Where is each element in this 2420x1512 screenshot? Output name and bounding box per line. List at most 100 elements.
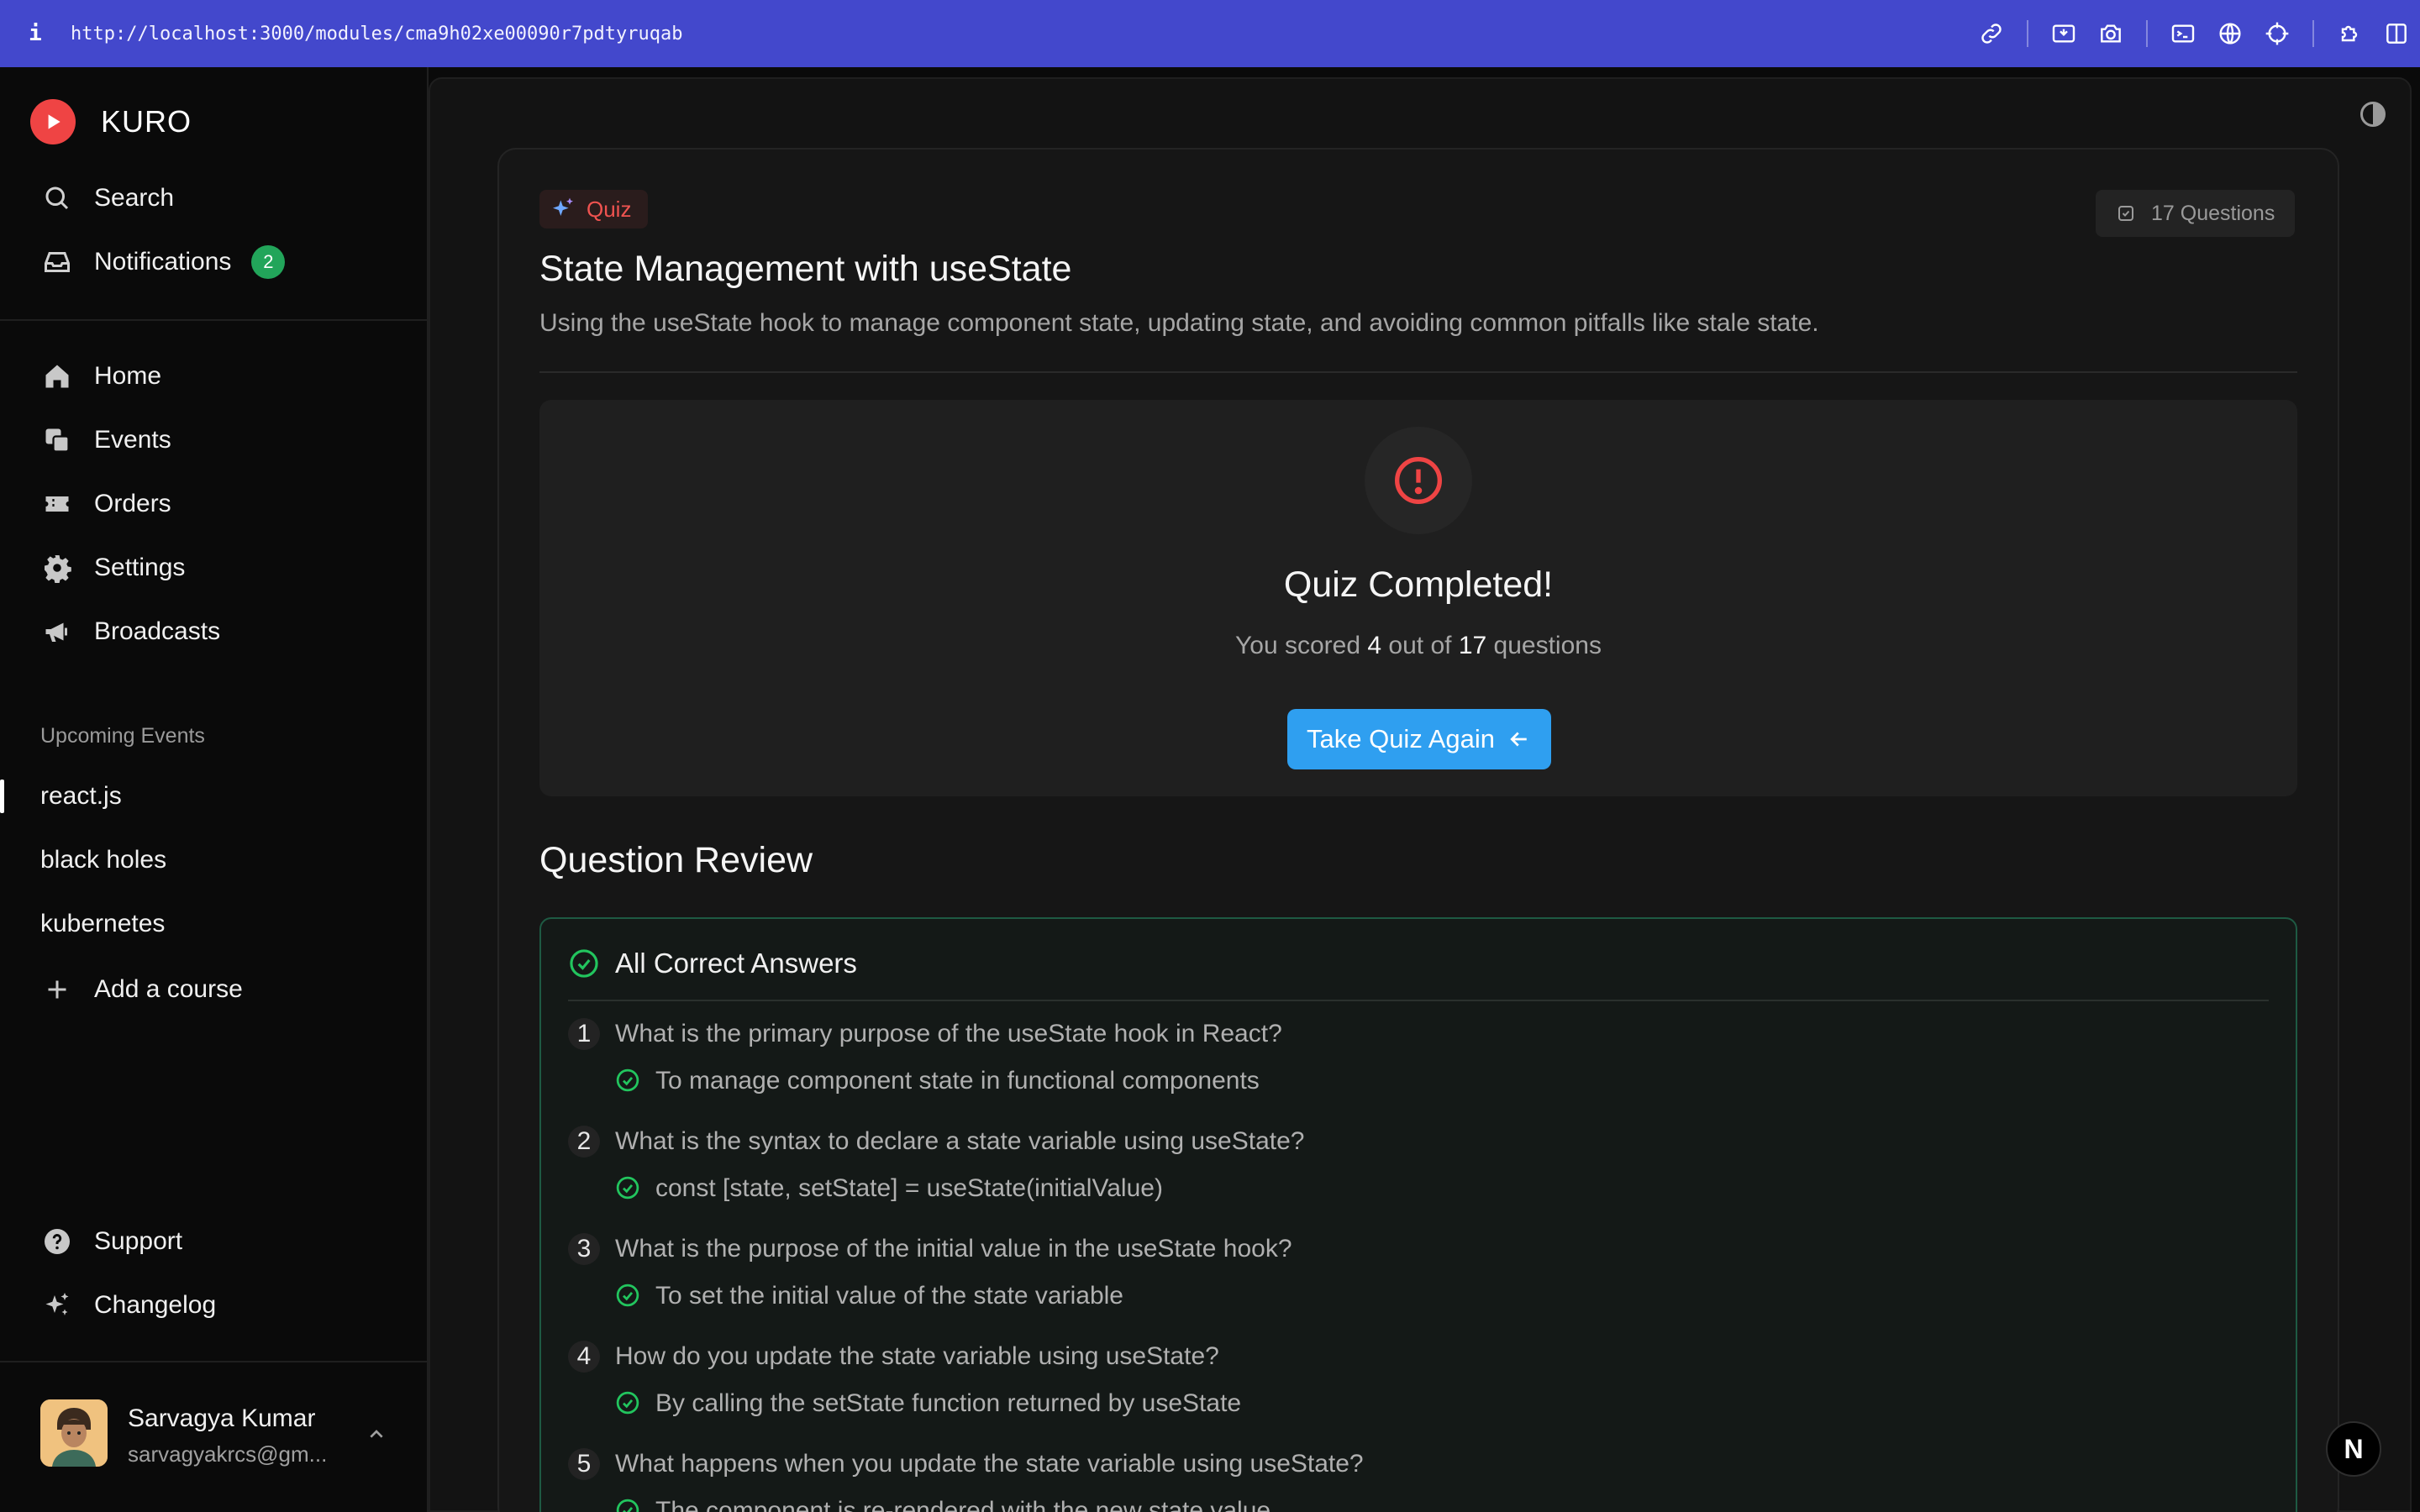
answers-heading: All Correct Answers bbox=[615, 948, 857, 979]
checkbox-icon bbox=[2118, 206, 2133, 221]
question-text: What is the primary purpose of the useSt… bbox=[615, 1020, 1282, 1047]
score-total: 17 bbox=[1458, 632, 1487, 659]
sidebar-item-label: Search bbox=[94, 184, 175, 212]
result-heading: Quiz Completed! bbox=[1283, 564, 1554, 605]
user-menu[interactable]: Sarvagya Kumar sarvagyakrcs@gm... bbox=[0, 1361, 429, 1512]
sidebar-divider bbox=[0, 319, 429, 321]
sidebar-item-broadcasts[interactable]: Broadcasts bbox=[40, 606, 220, 657]
add-course-button[interactable]: Add a course bbox=[40, 964, 243, 1015]
check-circle-icon bbox=[616, 1499, 639, 1512]
megaphone-icon bbox=[40, 615, 74, 648]
sidebar-item-label: Settings bbox=[94, 554, 186, 581]
globe-icon[interactable] bbox=[2207, 10, 2254, 57]
home-icon bbox=[40, 360, 74, 393]
review-title: Question Review bbox=[539, 840, 813, 880]
sidebar-item-orders[interactable]: Orders bbox=[40, 479, 171, 529]
plus-icon bbox=[40, 973, 74, 1006]
score-suffix: questions bbox=[1493, 632, 1602, 659]
alert-badge bbox=[1365, 427, 1472, 534]
arrow-left-icon bbox=[1510, 732, 1527, 747]
nextjs-dev-badge[interactable]: N bbox=[2326, 1421, 2381, 1477]
sidebar-item-label: Broadcasts bbox=[94, 617, 221, 645]
answer-text: The component is re-rendered with the ne… bbox=[655, 1497, 1271, 1512]
search-icon bbox=[40, 181, 74, 215]
active-indicator bbox=[0, 780, 4, 813]
sidebar-item-label: Support bbox=[94, 1227, 183, 1255]
course-item[interactable]: react.js bbox=[40, 782, 122, 811]
retake-label: Take Quiz Again bbox=[1306, 724, 1496, 753]
take-quiz-again-button[interactable]: Take Quiz Again bbox=[1287, 709, 1551, 769]
divider bbox=[539, 371, 2297, 373]
theme-toggle-icon[interactable] bbox=[2358, 99, 2388, 129]
answer-text: By calling the setState function returne… bbox=[655, 1389, 1242, 1417]
question-text: What is the purpose of the initial value… bbox=[615, 1235, 1292, 1263]
inbox-icon bbox=[40, 245, 74, 279]
divider bbox=[568, 1000, 2269, 1001]
score-mid: out of bbox=[1388, 632, 1452, 659]
course-item[interactable]: black holes bbox=[40, 846, 166, 874]
sidebar-item-changelog[interactable]: Changelog bbox=[40, 1280, 216, 1331]
score-prefix: You scored bbox=[1235, 632, 1361, 659]
avatar bbox=[40, 1399, 108, 1467]
screenshot-region-icon[interactable] bbox=[2040, 10, 2087, 57]
sidebar-item-events[interactable]: Events bbox=[40, 415, 171, 465]
toolbar-divider bbox=[2312, 20, 2314, 47]
user-email: sarvagyakrcs@gm... bbox=[128, 1441, 328, 1467]
page-title: State Management with useState bbox=[539, 249, 1072, 289]
link-icon[interactable] bbox=[1968, 10, 2015, 57]
question-number: 4 bbox=[568, 1341, 600, 1373]
score-text: You scored 4 out of 17 questions bbox=[539, 632, 2297, 660]
check-circle-icon bbox=[570, 949, 598, 978]
extensions-icon[interactable] bbox=[2326, 10, 2373, 57]
address-bar[interactable]: http://localhost:3000/modules/cma9h02xe0… bbox=[71, 24, 682, 45]
toolbar-divider bbox=[2146, 20, 2148, 47]
sidebar-toggle-icon[interactable] bbox=[2373, 10, 2420, 57]
sidebar-item-label: Add a course bbox=[94, 975, 243, 1003]
browser-tools bbox=[1968, 0, 2420, 67]
sidebar-item-search[interactable]: Search bbox=[40, 173, 174, 223]
sidebar-item-label: Notifications bbox=[94, 248, 232, 276]
question-number: 5 bbox=[568, 1448, 600, 1480]
sidebar-item-label: Changelog bbox=[94, 1291, 217, 1319]
correct-answers-panel bbox=[539, 917, 2297, 1512]
brand[interactable]: KURO bbox=[30, 99, 192, 144]
help-icon bbox=[40, 1225, 74, 1258]
check-circle-icon bbox=[616, 1176, 639, 1200]
notification-count-badge: 2 bbox=[251, 245, 286, 279]
answer-text: To manage component state in functional … bbox=[655, 1067, 1260, 1095]
question-number: 2 bbox=[568, 1126, 600, 1158]
quiz-tag-label: Quiz bbox=[587, 196, 632, 222]
quiz-tag: Quiz bbox=[539, 190, 649, 228]
sidebar-item-notifications[interactable]: Notifications 2 bbox=[40, 237, 286, 287]
sidebar-item-settings[interactable]: Settings bbox=[40, 543, 185, 593]
correct-answers-header: All Correct Answers bbox=[568, 948, 857, 979]
question-count-label: 17 Questions bbox=[2151, 201, 2275, 225]
sidebar-item-label: Home bbox=[94, 362, 162, 390]
camera-icon[interactable] bbox=[2087, 10, 2134, 57]
crosshair-icon[interactable] bbox=[2254, 10, 2301, 57]
question-number: 1 bbox=[568, 1018, 600, 1050]
ticket-icon bbox=[40, 487, 74, 521]
upcoming-events-heading: Upcoming Events bbox=[40, 724, 205, 748]
sidebar-item-label: Orders bbox=[94, 490, 171, 517]
question-text: How do you update the state variable usi… bbox=[615, 1342, 1219, 1370]
sidebar-item-support[interactable]: Support bbox=[40, 1216, 182, 1267]
question-text: What happens when you update the state v… bbox=[615, 1450, 1364, 1478]
answer-text: const [state, setState] = useState(initi… bbox=[655, 1174, 1163, 1202]
terminal-icon[interactable] bbox=[2160, 10, 2207, 57]
question-number: 3 bbox=[568, 1233, 600, 1265]
sparkles-icon bbox=[40, 1289, 74, 1322]
events-icon bbox=[40, 423, 74, 457]
question-text: What is the syntax to declare a state va… bbox=[615, 1127, 1305, 1155]
module-description: Using the useState hook to manage compon… bbox=[539, 309, 1819, 337]
gear-icon bbox=[40, 551, 74, 585]
check-circle-icon bbox=[616, 1391, 639, 1415]
course-item[interactable]: kubernetes bbox=[40, 910, 165, 938]
sparkles-icon bbox=[553, 197, 573, 216]
question-count-badge: 17 Questions bbox=[2096, 190, 2296, 237]
alert-circle-icon bbox=[1395, 457, 1442, 504]
sidebar-item-home[interactable]: Home bbox=[40, 351, 161, 402]
site-info-icon[interactable]: i bbox=[0, 21, 71, 46]
toolbar-divider bbox=[2027, 20, 2028, 47]
chevron-up-icon bbox=[370, 1430, 383, 1438]
